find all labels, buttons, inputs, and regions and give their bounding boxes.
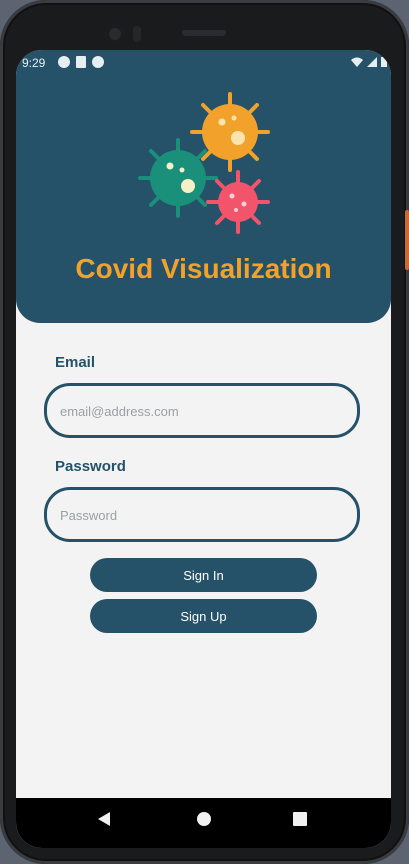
android-nav-bar [16, 798, 391, 848]
android-icon [58, 56, 70, 68]
sign-up-button[interactable]: Sign Up [90, 599, 317, 633]
sign-in-button[interactable]: Sign In [90, 558, 317, 592]
power-button [405, 210, 409, 270]
status-bar: 9:29 [16, 50, 391, 76]
app-header: Covid Visualization [16, 50, 391, 323]
wifi-icon [351, 57, 363, 67]
back-icon[interactable] [97, 811, 111, 827]
earpiece-speaker [182, 30, 226, 36]
teal-virus [138, 138, 218, 218]
email-field[interactable] [44, 383, 360, 438]
status-time: 9:29 [22, 56, 46, 70]
password-label: Password [55, 458, 126, 475]
pink-virus [206, 170, 270, 234]
virus-cluster-icon [138, 92, 270, 234]
sensor [133, 26, 141, 42]
home-icon[interactable] [196, 811, 212, 827]
sd-card-icon [76, 56, 86, 68]
email-input[interactable] [58, 386, 342, 437]
email-label: Email [55, 354, 96, 371]
front-camera [105, 24, 125, 44]
recents-icon[interactable] [293, 812, 307, 826]
orange-virus [190, 92, 270, 172]
app-screen: Covid Visualization 9:29 Email Password … [16, 50, 391, 848]
password-input[interactable] [58, 490, 342, 541]
app-title: Covid Visualization [75, 253, 332, 284]
sync-icon [92, 56, 104, 68]
battery-icon [381, 57, 387, 67]
signal-icon [367, 56, 377, 67]
password-field[interactable] [44, 487, 360, 542]
